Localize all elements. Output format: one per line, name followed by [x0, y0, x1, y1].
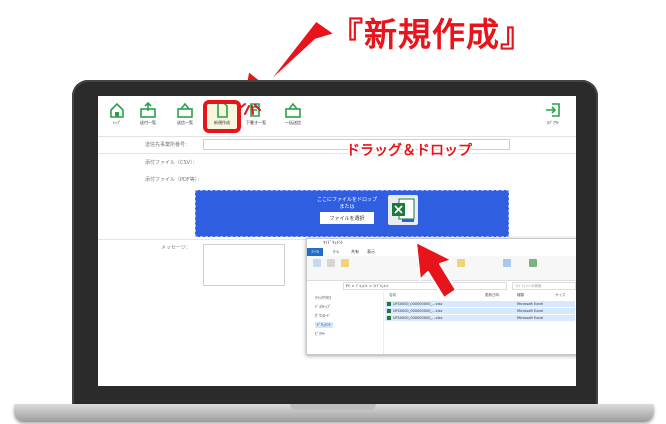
outbox-icon [177, 102, 193, 118]
file-drop-zone[interactable]: ここにファイルをドロップ または ファイルを選択 [195, 190, 509, 237]
column-type[interactable]: 種類 [517, 293, 524, 298]
sidebar-item-pictures[interactable]: ﾋﾟｸﾁｬ [315, 331, 325, 337]
message-label: メッセージ： [161, 245, 191, 251]
message-textarea[interactable] [203, 244, 285, 286]
explorer-tab-home[interactable]: ﾎｰﾑ [333, 249, 339, 255]
toolbar-drafts-label: 下書き一覧 [245, 121, 267, 126]
excel-file-icon [392, 198, 415, 222]
select-all-icon[interactable] [529, 259, 537, 267]
file-row[interactable]: UFS0000_000000000_...xlsx Microsoft Exce… [385, 315, 575, 321]
toolbar-outbox-button[interactable]: 送信一覧 [170, 102, 200, 130]
explorer-tab-file[interactable]: ﾌｧｲﾙ [307, 248, 323, 256]
copy-icon[interactable] [327, 259, 335, 267]
file-name: UFS0000_000000000_...xlsx [387, 308, 442, 314]
pdf-label: 添付ファイル（PDF等）： [145, 177, 203, 183]
file-type: Microsoft Excel [517, 316, 544, 320]
toolbar-bulk-send-button[interactable]: 一括送信 [278, 102, 308, 130]
column-modified[interactable]: 更新日時 [485, 293, 499, 298]
explorer-title: ﾏｲﾄﾞｷｭﾒﾝﾄ [323, 241, 344, 246]
sidebar-item-quick-access[interactable]: ｸｲｯｸｱｸｾｽ [315, 295, 331, 301]
laptop-notch [290, 404, 376, 410]
sender-number-label: 送信先事業所番号： [145, 142, 191, 148]
drop-zone-instruction: ここにファイルをドロップ [316, 197, 377, 203]
logout-label: ﾛｸﾞｱｳﾄ [546, 121, 560, 126]
file-row[interactable]: UFS0000_000000000_...xlsx Microsoft Exce… [385, 308, 575, 314]
send-list-icon [140, 102, 156, 118]
home-icon [110, 102, 124, 118]
excel-icon [387, 302, 391, 306]
pin-icon[interactable] [313, 259, 321, 267]
app-toolbar: ﾄｯﾌﾟ 送付一覧 送信一覧 新規作成 下書き一覧 一括送信 ﾛｸﾞｱｳﾄ [98, 96, 576, 137]
toolbar-send-list-label: 送付一覧 [139, 121, 157, 126]
form-divider [98, 153, 576, 154]
logout-icon [546, 103, 560, 117]
properties-icon[interactable] [503, 259, 511, 267]
toolbar-send-list-button[interactable]: 送付一覧 [133, 102, 163, 130]
explorer-tab-share[interactable]: 共有 [351, 249, 359, 255]
file-type: Microsoft Excel [517, 309, 544, 313]
sidebar-item-desktop[interactable]: ﾃﾞｽｸﾄｯﾌﾟ [315, 304, 331, 310]
explorer-sidebar: ｸｲｯｸｱｸｾｽ ﾃﾞｽｸﾄｯﾌﾟ ﾀﾞｳﾝﾛｰﾄﾞ ﾄﾞｷｭﾒﾝﾄ ﾋﾟｸﾁｬ [307, 291, 384, 354]
explorer-tab-view[interactable]: 表示 [367, 249, 375, 255]
excel-icon [387, 309, 391, 313]
file-type: Microsoft Excel [517, 302, 544, 306]
toolbar-outbox-label: 送信一覧 [176, 121, 194, 126]
logout-button[interactable]: ﾛｸﾞｱｳﾄ [538, 102, 568, 130]
column-name[interactable]: 名前 [389, 293, 396, 298]
drag-drop-annotation: ドラッグ＆ドロップ [346, 143, 472, 159]
file-name: UFS0000_000000000_...xlsx [387, 315, 442, 321]
callout-title: 『新規作成』 [330, 15, 534, 54]
dragged-excel-file[interactable] [388, 195, 418, 225]
page: { "callout": {"title": "『新規作成』"}, "toolb… [0, 0, 666, 424]
app-screen: ﾄｯﾌﾟ 送付一覧 送信一覧 新規作成 下書き一覧 一括送信 ﾛｸﾞｱｳﾄ 送信… [98, 96, 576, 386]
click-burst-icon [239, 103, 261, 115]
toolbar-top-label: ﾄｯﾌﾟ [112, 121, 122, 126]
sidebar-item-documents[interactable]: ﾄﾞｷｭﾒﾝﾄ [315, 322, 333, 328]
bulk-send-icon [285, 102, 301, 118]
drag-arrow-icon [415, 241, 457, 299]
select-file-button[interactable]: ファイルを選択 [320, 212, 374, 224]
toolbar-top-button[interactable]: ﾄｯﾌﾟ [102, 102, 132, 130]
column-size[interactable]: サイズ [555, 293, 565, 298]
csv-label: 添付ファイル（CSV）： [145, 160, 198, 166]
drop-zone-or: または [339, 204, 355, 210]
sidebar-item-downloads[interactable]: ﾀﾞｳﾝﾛｰﾄﾞ [315, 313, 331, 319]
explorer-search[interactable]: ﾏｲﾄﾞｷｭﾒﾝﾄの検索 [512, 282, 576, 290]
excel-icon [387, 316, 391, 320]
toolbar-bulk-send-label: 一括送信 [284, 121, 302, 126]
paste-icon[interactable] [341, 259, 349, 267]
